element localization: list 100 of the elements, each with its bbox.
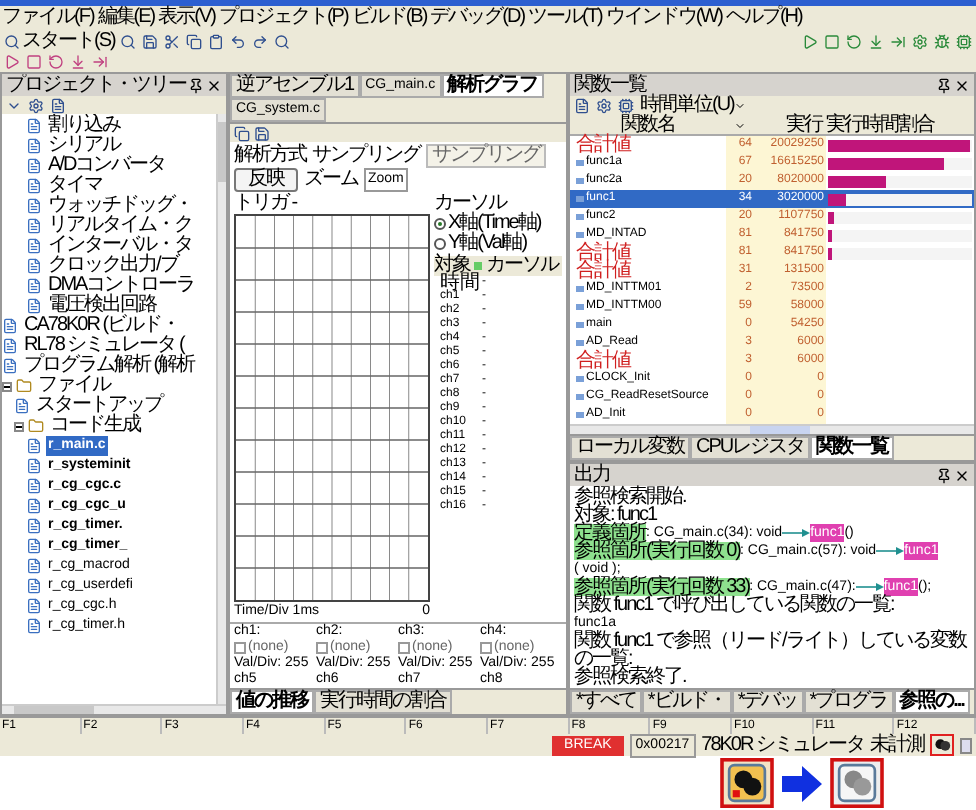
tree-item[interactable]: スタートアップ [34, 396, 164, 416]
graph-icon[interactable] [234, 125, 250, 141]
output-text: 対象: func1 [574, 506, 657, 524]
file-icon [26, 198, 42, 214]
pin-icon[interactable] [188, 77, 204, 93]
dropdown-icon [733, 100, 746, 112]
file-icon[interactable] [50, 97, 66, 113]
step-over-icon[interactable] [92, 54, 108, 70]
method-select[interactable]: サンプリング [426, 144, 546, 168]
copy-icon[interactable] [186, 33, 203, 49]
stop-icon[interactable] [824, 33, 840, 49]
file-icon [26, 118, 42, 134]
tab[interactable]: *ビルド・ [641, 690, 732, 714]
tree-item[interactable]: RL78 シミュレータ ( [22, 336, 186, 356]
save-icon[interactable] [254, 125, 270, 141]
tree-item[interactable]: シリアル [46, 136, 122, 156]
panel-title: 関数一覧 [574, 74, 646, 96]
menu-item[interactable]: ビルド(B) [349, 8, 429, 28]
menu-item[interactable]: ウインドウ(W) [603, 8, 724, 28]
checkbox[interactable] [398, 642, 410, 654]
tree-item[interactable]: 電圧検出回路 [46, 296, 158, 316]
stop-icon[interactable] [26, 54, 42, 70]
pin-icon[interactable] [936, 467, 952, 483]
list-icon[interactable] [574, 98, 590, 114]
search-icon[interactable] [120, 33, 137, 49]
settings-icon[interactable] [596, 98, 612, 114]
close-icon[interactable] [206, 77, 222, 93]
radio-button[interactable] [434, 238, 446, 250]
close-icon[interactable] [954, 77, 970, 93]
pin-icon[interactable] [936, 77, 952, 93]
checkbox[interactable] [234, 642, 246, 654]
play-icon[interactable] [802, 33, 818, 49]
undo-icon[interactable] [230, 33, 247, 49]
tab[interactable]: 参照の... [893, 690, 970, 714]
tab[interactable]: 解析グラフ [441, 74, 544, 98]
tree-item[interactable]: 割り込み [46, 116, 122, 136]
output-text: 参照検索終了. [574, 668, 686, 686]
tab[interactable]: 実行時間の割合 [314, 690, 452, 714]
menu-item[interactable]: 表示(V) [156, 8, 217, 28]
function-icon [576, 304, 584, 310]
tab[interactable]: *プログラ [803, 690, 894, 714]
settings-icon[interactable] [28, 97, 44, 113]
menu-item[interactable]: デバッグ(D) [428, 8, 527, 28]
tree-item[interactable]: リアルタイム・ク [46, 216, 194, 236]
tab[interactable]: *デバッ [731, 690, 804, 714]
cut-icon[interactable] [164, 33, 181, 49]
tree-item[interactable]: ファイル [36, 376, 112, 396]
tree-item[interactable]: ウォッチドッグ・ [46, 196, 194, 216]
tree-item[interactable]: コード生成 [48, 416, 142, 436]
find-icon[interactable] [274, 33, 291, 49]
magnifier-icon[interactable] [4, 33, 20, 49]
reset-icon[interactable] [48, 54, 64, 70]
tab[interactable]: 値の推移 [230, 690, 314, 714]
close-icon[interactable] [954, 467, 970, 483]
file-icon [26, 558, 42, 574]
tab[interactable]: *すべて [570, 690, 642, 714]
chip-icon[interactable] [618, 98, 634, 114]
tab[interactable]: 逆アセンブル1 [230, 74, 360, 98]
tab[interactable]: 関数一覧 [810, 436, 895, 460]
column-header[interactable]: 実行 [746, 115, 826, 135]
collapse-icon[interactable] [14, 421, 24, 431]
menu-item[interactable]: 編集(E) [95, 8, 157, 28]
tree-item[interactable]: A/Dコンバータ [46, 156, 168, 176]
play-icon[interactable] [4, 54, 20, 70]
menu-item[interactable]: ファイル(F) [0, 8, 96, 28]
menu-item[interactable]: プロジェクト(P) [216, 8, 350, 28]
save-icon[interactable] [142, 33, 159, 49]
checkbox[interactable] [480, 642, 492, 654]
tree-item[interactable]: プログラム解析 (解析 [22, 356, 197, 376]
menu-item[interactable]: ヘルプ(H) [723, 8, 804, 28]
monitor-icon[interactable] [930, 734, 954, 756]
redo-icon[interactable] [252, 33, 269, 49]
start-button[interactable]: スタート(S) [4, 31, 115, 51]
checkbox[interactable] [316, 642, 328, 654]
step-in-icon[interactable] [70, 54, 86, 70]
chip-icon[interactable] [956, 33, 972, 49]
scrollbar[interactable] [2, 704, 226, 714]
output-text: 参照箇所(実行回数 33) [574, 578, 750, 596]
column-header: カーソル [486, 256, 558, 276]
tab[interactable]: CPUレジスタ [690, 436, 811, 460]
tree-item[interactable]: タイマ [46, 176, 104, 196]
tab[interactable]: ローカル変数 [570, 436, 690, 460]
step-in-icon[interactable] [868, 33, 884, 49]
file-icon [14, 398, 30, 414]
step-over-icon[interactable] [890, 33, 906, 49]
tree-item[interactable]: インターバル・タ [46, 236, 194, 256]
bug-icon[interactable] [934, 33, 950, 49]
collapse-icon[interactable] [2, 381, 12, 391]
radio-button[interactable] [434, 218, 446, 230]
scrollbar[interactable] [216, 114, 226, 704]
reset-icon[interactable] [846, 33, 862, 49]
paste-icon[interactable] [208, 33, 225, 49]
tree-item[interactable]: CA78K0R (ビルド・ [22, 316, 182, 336]
menu-item[interactable]: ツール(T) [526, 8, 604, 28]
panel-icon[interactable] [960, 737, 972, 753]
settings-icon[interactable] [912, 33, 928, 49]
file-icon [26, 438, 42, 454]
tree-item[interactable]: クロック出力/ブ [46, 256, 180, 276]
tree-item[interactable]: DMAコントローラ [46, 276, 197, 296]
apply-button[interactable]: 反映 [234, 168, 298, 192]
